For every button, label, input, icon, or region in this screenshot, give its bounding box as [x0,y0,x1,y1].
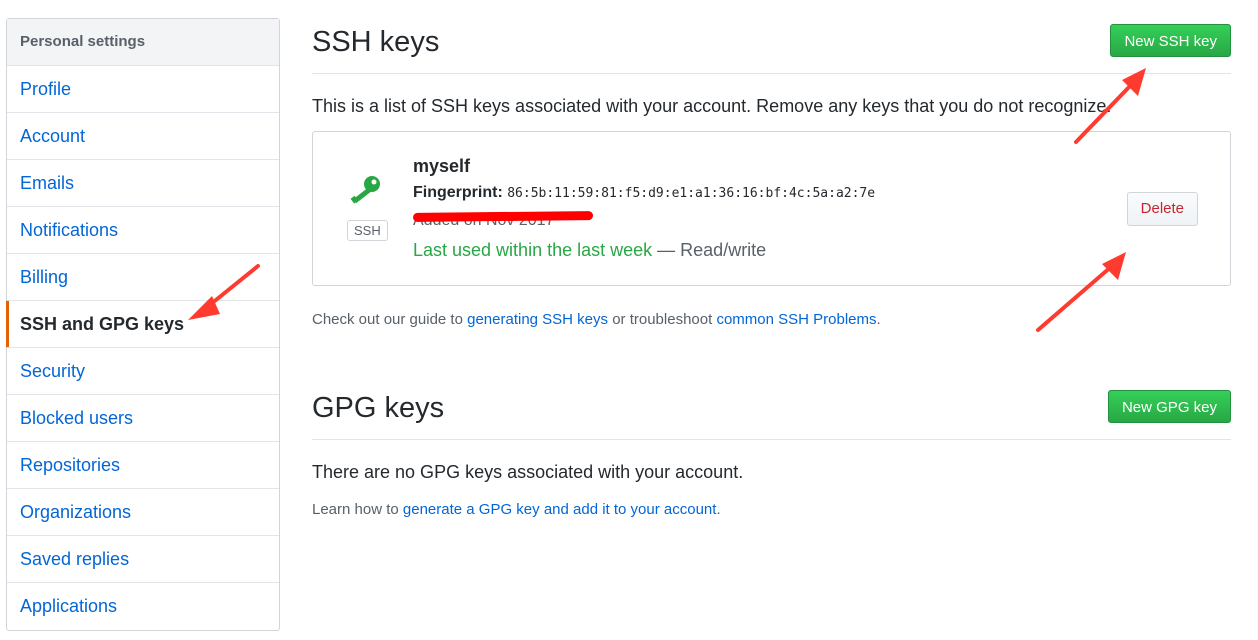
ssh-help-prefix: Check out our guide to [312,311,468,328]
sidebar-item-notifications[interactable]: Notifications [7,207,279,254]
delete-ssh-key-button[interactable]: Delete [1126,192,1198,226]
sidebar-item-security[interactable]: Security [7,348,279,395]
gpg-help-text: Learn how to generate a GPG key and add … [312,501,1231,518]
gpg-keys-title: GPG keys [312,392,445,424]
access-level: — Read/write [657,240,767,260]
sidebar-item-applications[interactable]: Applications [7,583,279,630]
ssh-key-name: myself [413,156,471,176]
fingerprint-label: Fingerprint: [413,184,503,201]
sidebar-header: Personal settings [7,19,279,66]
gpg-empty-message: There are no GPG keys associated with yo… [312,462,744,482]
ssh-help-suffix: . [876,311,881,328]
ssh-section-header: SSH keys New SSH key [312,18,1231,74]
ssh-keys-title: SSH keys [312,26,440,58]
sidebar-item-ssh-gpg-keys[interactable]: SSH and GPG keys [6,301,279,348]
gpg-help-suffix: . [716,501,721,518]
gpg-help-prefix: Learn how to [312,501,403,518]
common-ssh-problems-link[interactable]: common SSH Problems [716,311,876,328]
sidebar-item-blocked-users[interactable]: Blocked users [7,395,279,442]
last-used-text: Last used within the last week [413,240,653,260]
new-ssh-key-button[interactable]: New SSH key [1110,24,1231,57]
ssh-key-last-used: Last used within the last week — Read/wr… [413,240,766,261]
fingerprint-value: 86:5b:11:59:81:f5:d9:e1:a1:36:16:bf:4c:5… [507,186,876,201]
ssh-key-item: SSH myself Fingerprint: 86:5b:11:59:81:f… [312,131,1231,286]
sidebar-item-profile[interactable]: Profile [7,66,279,113]
redaction-scribble [412,211,594,222]
ssh-type-label: SSH [347,220,388,241]
sidebar-item-account[interactable]: Account [7,113,279,160]
sidebar-item-saved-replies[interactable]: Saved replies [7,536,279,583]
sidebar-item-organizations[interactable]: Organizations [7,489,279,536]
sidebar-item-emails[interactable]: Emails [7,160,279,207]
sidebar-item-repositories[interactable]: Repositories [7,442,279,489]
sidebar-item-billing[interactable]: Billing [7,254,279,301]
gpg-keys-section: GPG keys New GPG key There are no GPG ke… [312,384,1231,518]
generate-gpg-key-link[interactable]: generate a GPG key and add it to your ac… [403,501,717,518]
ssh-keys-section: SSH keys New SSH key This is a list of S… [312,18,1231,328]
main-content: SSH keys New SSH key This is a list of S… [312,18,1231,518]
gpg-section-header: GPG keys New GPG key [312,384,1231,440]
ssh-description: This is a list of SSH keys associated wi… [312,96,1112,116]
settings-sidebar: Personal settings Profile Account Emails… [6,18,280,631]
new-gpg-key-button[interactable]: New GPG key [1107,390,1231,423]
ssh-help-text: Check out our guide to generating SSH ke… [312,311,1231,328]
ssh-help-middle: or troubleshoot [608,311,717,328]
ssh-key-fingerprint: Fingerprint: 86:5b:11:59:81:f5:d9:e1:a1:… [413,184,875,202]
generating-ssh-keys-link[interactable]: generating SSH keys [467,311,608,328]
key-icon [347,174,383,211]
